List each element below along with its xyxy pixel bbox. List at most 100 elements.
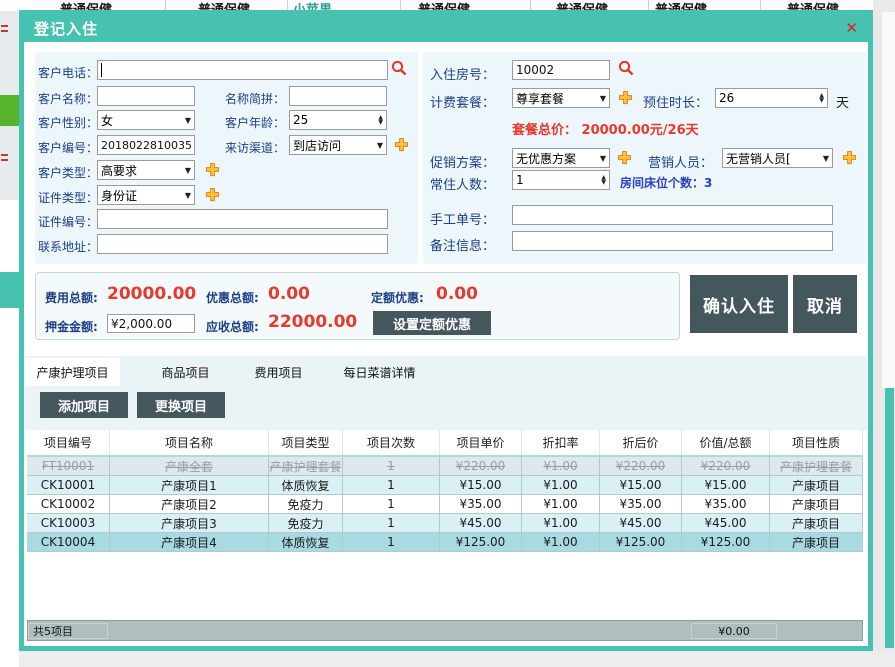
remark-input[interactable] bbox=[512, 231, 833, 251]
id-type-select[interactable]: 身份证 ▼ bbox=[97, 185, 195, 205]
table-cell: 产康项目4 bbox=[110, 533, 269, 551]
table-cell: 体质恢复 bbox=[269, 533, 343, 551]
add-marketer-icon[interactable] bbox=[842, 150, 857, 169]
tab-fee-items[interactable]: 费用项目 bbox=[231, 358, 326, 386]
column-header[interactable]: 项目次数 bbox=[343, 430, 440, 455]
channel-select[interactable]: 到店访问 ▼ bbox=[289, 135, 387, 155]
column-header[interactable]: 价值/总额 bbox=[682, 430, 770, 455]
discount-total-label: 优惠总额: bbox=[206, 289, 259, 306]
deposit-input[interactable] bbox=[107, 314, 195, 333]
customer-type-select[interactable]: 高要求 ▼ bbox=[97, 160, 195, 180]
table-cell: CK10001 bbox=[27, 476, 110, 494]
add-id-type-icon[interactable] bbox=[205, 187, 220, 206]
table-row[interactable]: FT10001产康全套产康护理套餐1¥220.00¥1.00¥220.00¥22… bbox=[27, 457, 863, 476]
items-table-head-row: 项目编号项目名称项目类型项目次数项目单价折扣率折后价价值/总额项目性质 bbox=[27, 430, 863, 457]
add-promo-icon[interactable] bbox=[617, 150, 632, 169]
add-item-button[interactable]: 添加项目 bbox=[40, 392, 128, 418]
table-cell: 产康护理套餐 bbox=[770, 457, 863, 475]
total-fee-value: 20000.00 bbox=[107, 284, 196, 304]
discount-total-value: 0.00 bbox=[268, 284, 310, 304]
marketer-select[interactable]: 无营销人员[ ▼ bbox=[722, 148, 833, 168]
table-cell: 产康项目 bbox=[770, 514, 863, 532]
set-fixed-discount-button[interactable]: 设置定额优惠 bbox=[373, 311, 491, 335]
gender-select[interactable]: 女 ▼ bbox=[97, 110, 195, 130]
search-customer-icon[interactable] bbox=[391, 60, 407, 80]
room-input[interactable] bbox=[512, 60, 610, 80]
chevron-down-icon: ▼ bbox=[600, 94, 606, 103]
residents-stepper[interactable]: 1 ▲▼ bbox=[512, 170, 610, 190]
table-row[interactable]: CK10002产康项目2免疫力1¥35.00¥1.00¥35.00¥35.00产… bbox=[27, 495, 863, 514]
chevron-down-icon: ▼ bbox=[185, 191, 191, 200]
remark-label: 备注信息： bbox=[430, 235, 495, 254]
column-header[interactable]: 折后价 bbox=[600, 430, 682, 455]
spin-down-icon[interactable]: ▼ bbox=[601, 180, 606, 185]
chevron-down-icon: ▼ bbox=[185, 166, 191, 175]
table-cell: ¥1.00 bbox=[522, 533, 600, 551]
table-cell: CK10002 bbox=[27, 495, 110, 513]
table-cell: 1 bbox=[343, 476, 440, 494]
manual-no-input[interactable] bbox=[512, 205, 833, 225]
channel-label: 来访渠道： bbox=[225, 139, 285, 156]
package-select[interactable]: 尊享套餐 ▼ bbox=[512, 88, 610, 108]
table-cell: ¥125.00 bbox=[682, 533, 770, 551]
tab-daily-menu[interactable]: 每日菜谱详情 bbox=[322, 358, 437, 386]
background-green-block bbox=[0, 95, 19, 126]
marketer-label: 营销人员： bbox=[648, 152, 713, 171]
customer-no-input[interactable] bbox=[97, 135, 195, 155]
id-type-label: 证件类型： bbox=[38, 189, 98, 206]
table-row[interactable]: CK10003产康项目3免疫力1¥45.00¥1.00¥45.00¥45.00产… bbox=[27, 514, 863, 533]
table-cell: ¥15.00 bbox=[682, 476, 770, 494]
text-caret bbox=[101, 63, 102, 77]
total-fee-label: 费用总额: bbox=[45, 289, 98, 306]
address-label: 联系地址： bbox=[38, 238, 98, 255]
table-cell: 产康项目 bbox=[770, 533, 863, 551]
pinyin-input[interactable] bbox=[289, 86, 387, 106]
billing-panel: 费用总额: 20000.00 优惠总额: 0.00 定额优惠: 0.00 押金金… bbox=[35, 272, 680, 340]
column-header[interactable]: 项目名称 bbox=[110, 430, 269, 455]
add-customer-type-icon[interactable] bbox=[205, 162, 220, 181]
table-cell: ¥15.00 bbox=[440, 476, 522, 494]
checkin-dialog: 登记入住 ✕ 客户电话： 客户名称： 名称简拼： 客户性别： 女 ▼ 客户年龄：… bbox=[19, 10, 873, 651]
table-cell: ¥1.00 bbox=[522, 476, 600, 494]
age-stepper[interactable]: 25 ▲▼ bbox=[289, 110, 387, 130]
column-header[interactable]: 项目单价 bbox=[440, 430, 522, 455]
table-cell: ¥125.00 bbox=[600, 533, 682, 551]
table-cell: 产康项目 bbox=[770, 476, 863, 494]
table-cell: ¥220.00 bbox=[682, 457, 770, 475]
confirm-checkin-button[interactable]: 确认入住 bbox=[690, 275, 788, 333]
column-header[interactable]: 项目性质 bbox=[770, 430, 863, 455]
table-cell: 1 bbox=[343, 457, 440, 475]
tab-goods-items[interactable]: 商品项目 bbox=[138, 358, 233, 386]
search-room-icon[interactable] bbox=[618, 60, 634, 80]
chevron-down-icon: ▼ bbox=[377, 141, 383, 150]
receivable-label: 应收总额: bbox=[206, 318, 259, 335]
id-number-input[interactable] bbox=[97, 209, 388, 229]
phone-input[interactable] bbox=[97, 60, 388, 80]
table-cell: 1 bbox=[343, 495, 440, 513]
fixed-discount-label: 定额优惠: bbox=[371, 289, 424, 306]
close-icon[interactable]: ✕ bbox=[845, 19, 858, 37]
table-row[interactable]: CK10001产康项目1体质恢复1¥15.00¥1.00¥15.00¥15.00… bbox=[27, 476, 863, 495]
column-header[interactable]: 项目编号 bbox=[27, 430, 110, 455]
table-row[interactable]: CK10004产康项目4体质恢复1¥125.00¥1.00¥125.00¥125… bbox=[27, 533, 863, 552]
table-cell: 1 bbox=[343, 533, 440, 551]
promo-select[interactable]: 无优惠方案 ▼ bbox=[512, 148, 610, 168]
column-header[interactable]: 折扣率 bbox=[522, 430, 600, 455]
background-bottom-strip bbox=[19, 651, 895, 667]
background-red-mark bbox=[1, 30, 8, 32]
spin-down-icon[interactable]: ▼ bbox=[819, 98, 824, 103]
spin-down-icon[interactable]: ▼ bbox=[378, 120, 383, 125]
add-channel-icon[interactable] bbox=[394, 137, 409, 156]
table-cell: ¥220.00 bbox=[440, 457, 522, 475]
dialog-titlebar[interactable]: 登记入住 ✕ bbox=[24, 15, 868, 42]
customer-no-label: 客户编号： bbox=[38, 139, 98, 156]
address-input[interactable] bbox=[97, 234, 388, 254]
name-input[interactable] bbox=[97, 86, 195, 106]
column-header[interactable]: 项目类型 bbox=[269, 430, 343, 455]
duration-stepper[interactable]: 26 ▲▼ bbox=[715, 88, 828, 108]
replace-item-button[interactable]: 更换项目 bbox=[137, 392, 225, 418]
tab-care-items[interactable]: 产康护理项目 bbox=[25, 358, 120, 386]
add-package-icon[interactable] bbox=[618, 90, 633, 109]
table-cell: ¥45.00 bbox=[600, 514, 682, 532]
cancel-button[interactable]: 取消 bbox=[793, 275, 857, 333]
